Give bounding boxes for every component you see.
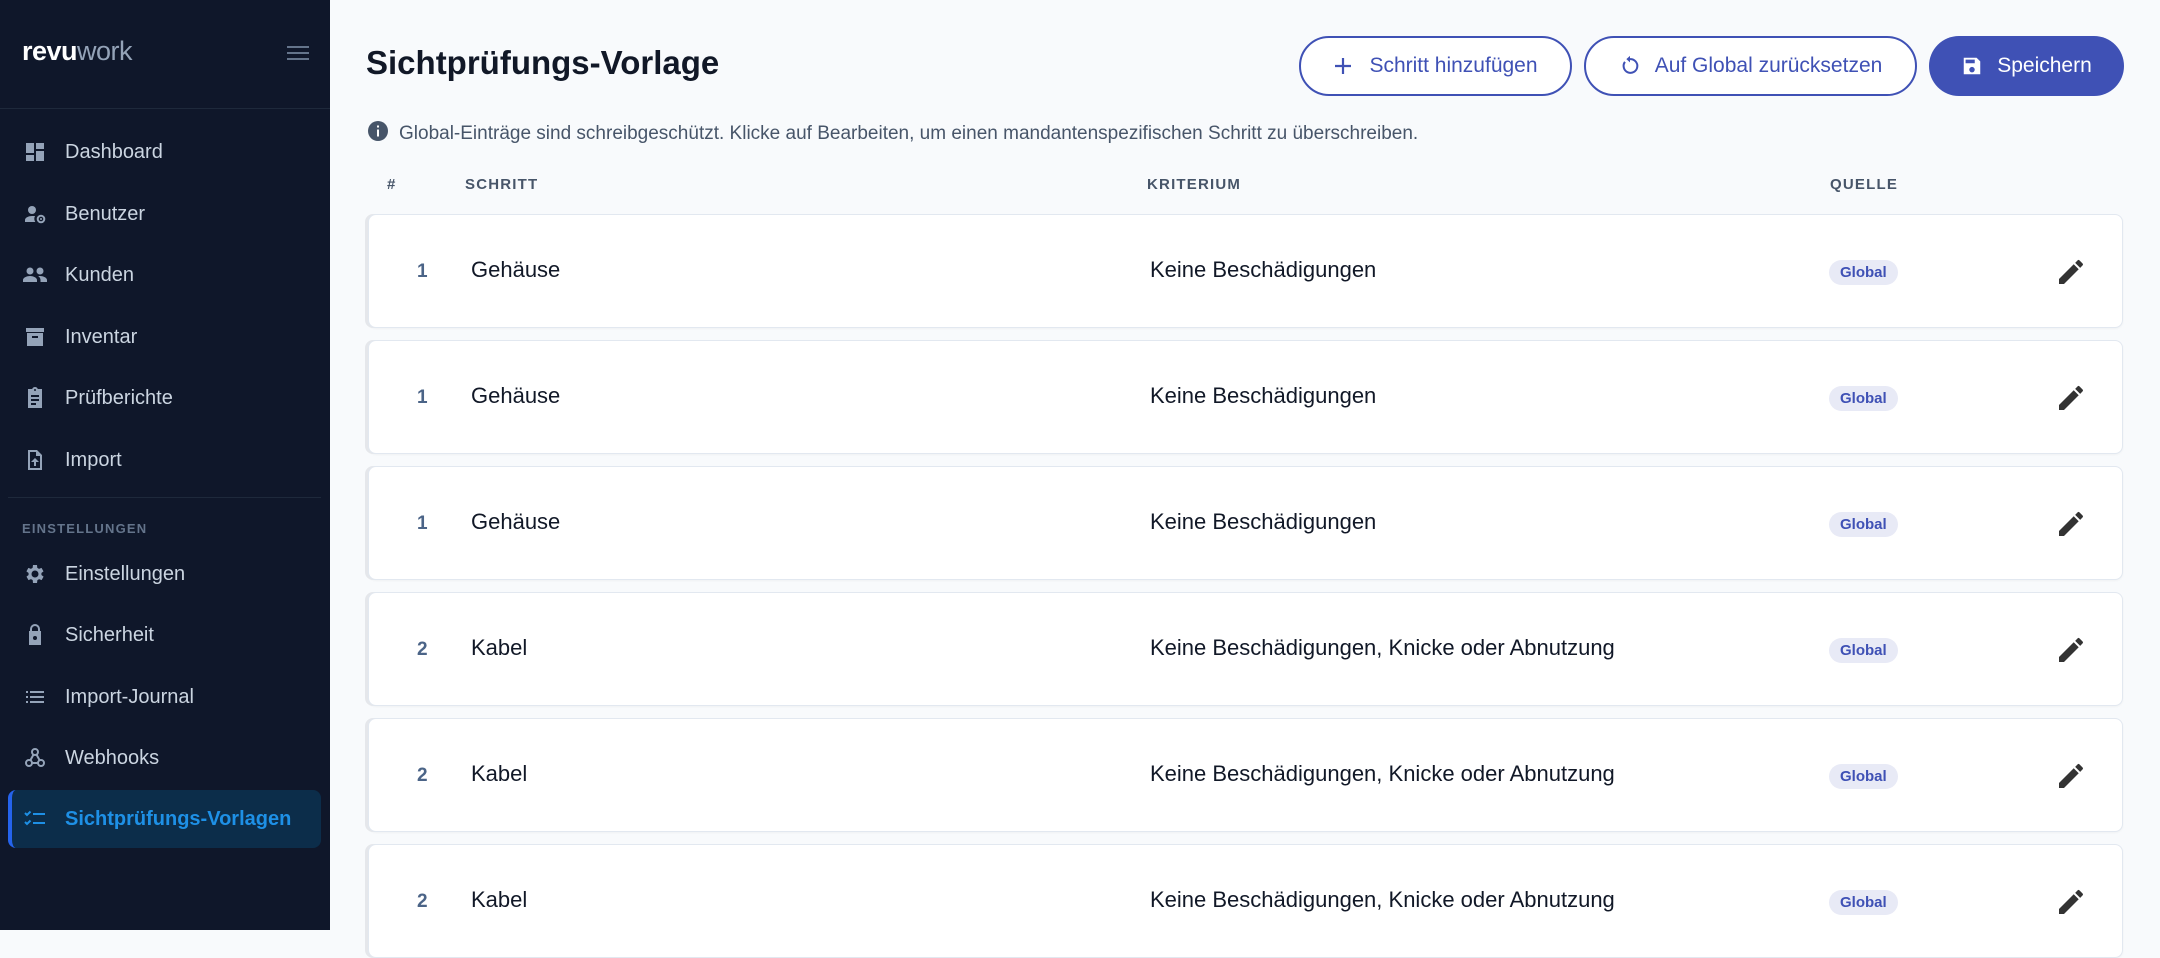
- menu-icon[interactable]: [287, 44, 311, 62]
- reset-icon: [1619, 55, 1641, 77]
- source-badge: Global: [1829, 386, 1898, 411]
- sidebar-item-label: Benutzer: [65, 202, 146, 225]
- brand-primary: revu: [22, 36, 78, 66]
- user-settings-icon: [22, 201, 48, 227]
- sidebar: revuwork Dashboard Benutzer Kunden Inven…: [0, 0, 330, 930]
- row-step: Gehäuse: [471, 509, 561, 534]
- reset-global-label: Auf Global zurücksetzen: [1654, 54, 1883, 77]
- sidebar-item-pruefberichte[interactable]: Prüfberichte: [8, 369, 321, 427]
- people-icon: [22, 262, 48, 288]
- sidebar-item-inventar[interactable]: Inventar: [8, 308, 321, 366]
- sidebar-divider: [0, 108, 330, 109]
- save-button[interactable]: Speichern: [1929, 36, 2124, 96]
- dashboard-icon: [22, 139, 48, 165]
- row-step: Kabel: [471, 761, 528, 786]
- table-row: 1 Gehäuse Keine Beschädigungen Global: [368, 466, 2123, 580]
- source-badge: Global: [1829, 764, 1898, 789]
- column-header-step: SCHRITT: [465, 176, 539, 193]
- lock-icon: [22, 622, 48, 648]
- sidebar-item-label: Import-Journal: [65, 685, 194, 708]
- row-number: 1: [417, 387, 428, 408]
- clipboard-icon: [22, 385, 48, 411]
- edit-icon[interactable]: [2055, 508, 2087, 540]
- row-step: Gehäuse: [471, 383, 561, 408]
- column-header-source: QUELLE: [1830, 176, 1899, 193]
- sidebar-item-label: Kunden: [65, 263, 134, 286]
- sidebar-item-label: Prüfberichte: [65, 386, 173, 409]
- plus-icon: [1333, 55, 1355, 77]
- table-row: 2 Kabel Keine Beschädigungen, Knicke ode…: [368, 844, 2123, 958]
- sidebar-item-sichtpruefungs-vorlagen[interactable]: Sichtprüfungs-Vorlagen: [8, 790, 321, 848]
- save-icon: [1961, 55, 1983, 77]
- save-label: Speichern: [1997, 54, 2092, 77]
- source-badge: Global: [1829, 512, 1898, 537]
- info-banner: Global-Einträge sind schreibgeschützt. K…: [367, 120, 1418, 147]
- webhook-icon: [22, 745, 48, 771]
- gear-icon: [22, 561, 48, 587]
- reset-global-button[interactable]: Auf Global zurücksetzen: [1584, 36, 1917, 96]
- source-badge: Global: [1829, 638, 1898, 663]
- checklist-icon: [22, 806, 48, 832]
- brand-logo: revuwork: [22, 36, 133, 67]
- info-icon: [367, 120, 389, 147]
- edit-icon[interactable]: [2055, 634, 2087, 666]
- sidebar-item-label: Dashboard: [65, 140, 163, 163]
- sidebar-item-import-journal[interactable]: Import-Journal: [8, 668, 321, 726]
- row-criterion: Keine Beschädigungen, Knicke oder Abnutz…: [1150, 887, 1615, 912]
- row-number: 2: [417, 639, 428, 660]
- sidebar-item-label: Import: [65, 448, 122, 471]
- sidebar-item-dashboard[interactable]: Dashboard: [8, 123, 321, 181]
- add-step-label: Schritt hinzufügen: [1369, 54, 1538, 77]
- list-icon: [22, 684, 48, 710]
- edit-icon[interactable]: [2055, 256, 2087, 288]
- sidebar-item-kunden[interactable]: Kunden: [8, 246, 321, 304]
- sidebar-item-label: Sicherheit: [65, 623, 154, 646]
- sidebar-item-label: Einstellungen: [65, 562, 186, 585]
- sidebar-item-webhooks[interactable]: Webhooks: [8, 729, 321, 787]
- row-number: 1: [417, 261, 428, 282]
- sidebar-item-benutzer[interactable]: Benutzer: [8, 185, 321, 243]
- column-header-number: #: [387, 176, 397, 193]
- table-row: 1 Gehäuse Keine Beschädigungen Global: [368, 340, 2123, 454]
- edit-icon[interactable]: [2055, 886, 2087, 918]
- section-label: EINSTELLUNGEN: [22, 521, 148, 536]
- row-number: 1: [417, 513, 428, 534]
- row-criterion: Keine Beschädigungen: [1150, 257, 1377, 282]
- row-step: Kabel: [471, 635, 528, 660]
- sidebar-item-einstellungen[interactable]: Einstellungen: [8, 545, 321, 603]
- brand-secondary: work: [77, 36, 133, 66]
- sidebar-item-label: Inventar: [65, 325, 138, 348]
- archive-icon: [22, 324, 48, 350]
- row-number: 2: [417, 891, 428, 912]
- table-row: 2 Kabel Keine Beschädigungen, Knicke ode…: [368, 592, 2123, 706]
- column-header-criterion: KRITERIUM: [1147, 176, 1242, 193]
- file-upload-icon: [22, 447, 48, 473]
- row-criterion: Keine Beschädigungen, Knicke oder Abnutz…: [1150, 635, 1615, 660]
- row-step: Gehäuse: [471, 257, 561, 282]
- row-number: 2: [417, 765, 428, 786]
- row-criterion: Keine Beschädigungen: [1150, 509, 1377, 534]
- sidebar-divider: [8, 497, 321, 498]
- row-criterion: Keine Beschädigungen: [1150, 383, 1377, 408]
- sidebar-item-sicherheit[interactable]: Sicherheit: [8, 606, 321, 664]
- table-row: 2 Kabel Keine Beschädigungen, Knicke ode…: [368, 718, 2123, 832]
- edit-icon[interactable]: [2055, 382, 2087, 414]
- source-badge: Global: [1829, 890, 1898, 915]
- table-row: 1 Gehäuse Keine Beschädigungen Global: [368, 214, 2123, 328]
- sidebar-item-import[interactable]: Import: [8, 431, 321, 489]
- sidebar-item-label: Webhooks: [65, 746, 160, 769]
- edit-icon[interactable]: [2055, 760, 2087, 792]
- info-text: Global-Einträge sind schreibgeschützt. K…: [399, 122, 1419, 144]
- row-criterion: Keine Beschädigungen, Knicke oder Abnutz…: [1150, 761, 1615, 786]
- source-badge: Global: [1829, 260, 1898, 285]
- page-title: Sichtprüfungs-Vorlage: [366, 44, 720, 81]
- sidebar-item-label: Sichtprüfungs-Vorlagen: [65, 807, 292, 830]
- add-step-button[interactable]: Schritt hinzufügen: [1299, 36, 1572, 96]
- row-step: Kabel: [471, 887, 528, 912]
